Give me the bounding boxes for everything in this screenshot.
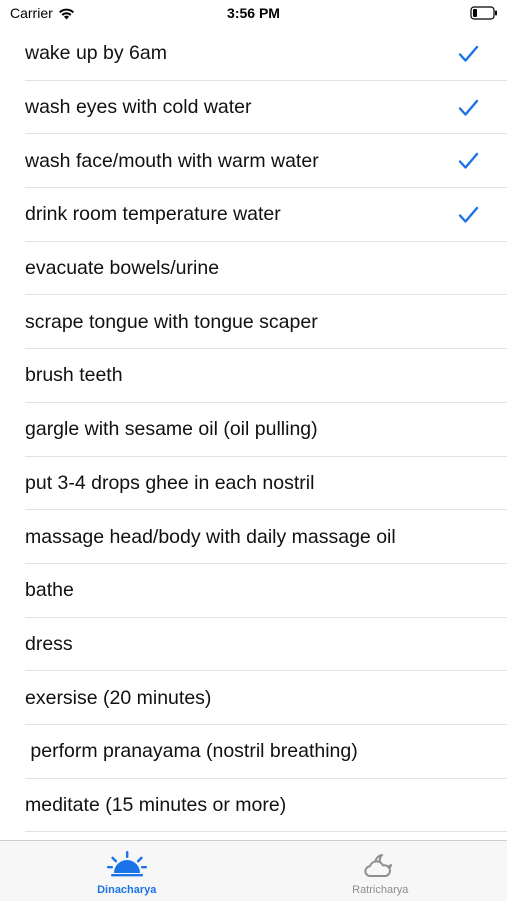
checkmark-icon <box>458 152 479 170</box>
task-row-15[interactable]: meditate (15 minutes or more) <box>0 779 507 833</box>
task-label: wake up by 6am <box>25 42 167 65</box>
tab-label: Ratricharya <box>352 884 408 896</box>
task-row-6[interactable]: scrape tongue with tongue scaper <box>0 295 507 349</box>
task-row-2[interactable]: wash eyes with cold water <box>0 81 507 135</box>
task-label: gargle with sesame oil (oil pulling) <box>25 418 318 441</box>
task-label: evacuate bowels/urine <box>25 257 219 280</box>
task-row-11[interactable]: bathe <box>0 564 507 618</box>
battery-icon <box>470 6 498 20</box>
task-row-1[interactable]: wake up by 6am <box>0 27 507 81</box>
tab-bar: Dinacharya Ratricharya <box>0 840 507 901</box>
task-row-5[interactable]: evacuate bowels/urine <box>0 242 507 296</box>
checkmark-icon <box>458 45 479 63</box>
task-label: drink room temperature water <box>25 203 281 226</box>
task-row-3[interactable]: wash face/mouth with warm water <box>0 134 507 188</box>
task-label: put 3-4 drops ghee in each nostril <box>25 472 314 495</box>
task-row-4[interactable]: drink room temperature water <box>0 188 507 242</box>
task-label: exersise (20 minutes) <box>25 687 211 710</box>
tab-dinacharya[interactable]: Dinacharya <box>0 841 254 901</box>
task-label: wash eyes with cold water <box>25 96 252 119</box>
task-label: bathe <box>25 579 74 602</box>
task-row-10[interactable]: massage head/body with daily massage oil <box>0 510 507 564</box>
task-row-9[interactable]: put 3-4 drops ghee in each nostril <box>0 457 507 511</box>
task-label: wash face/mouth with warm water <box>25 150 319 173</box>
task-label: perform pranayama (nostril breathing) <box>25 740 358 763</box>
checkmark-icon <box>458 206 479 224</box>
tab-label: Dinacharya <box>97 884 156 896</box>
status-time: 3:56 PM <box>0 5 507 21</box>
task-label: brush teeth <box>25 364 123 387</box>
cloud-moon-icon <box>360 849 400 879</box>
tab-ratricharya[interactable]: Ratricharya <box>254 841 507 901</box>
task-list[interactable]: wake up by 6am wash eyes with cold water… <box>0 27 507 840</box>
task-label: massage head/body with daily massage oil <box>25 526 396 549</box>
task-row-7[interactable]: brush teeth <box>0 349 507 403</box>
status-bar: Carrier 3:56 PM <box>0 0 507 27</box>
task-label: dress <box>25 633 73 656</box>
task-row-12[interactable]: dress <box>0 618 507 672</box>
task-row-14[interactable]: perform pranayama (nostril breathing) <box>0 725 507 779</box>
task-label: scrape tongue with tongue scaper <box>25 311 318 334</box>
sunrise-icon <box>107 849 147 879</box>
task-row-13[interactable]: exersise (20 minutes) <box>0 671 507 725</box>
task-row-8[interactable]: gargle with sesame oil (oil pulling) <box>0 403 507 457</box>
checkmark-icon <box>458 99 479 117</box>
task-label: meditate (15 minutes or more) <box>25 794 286 817</box>
